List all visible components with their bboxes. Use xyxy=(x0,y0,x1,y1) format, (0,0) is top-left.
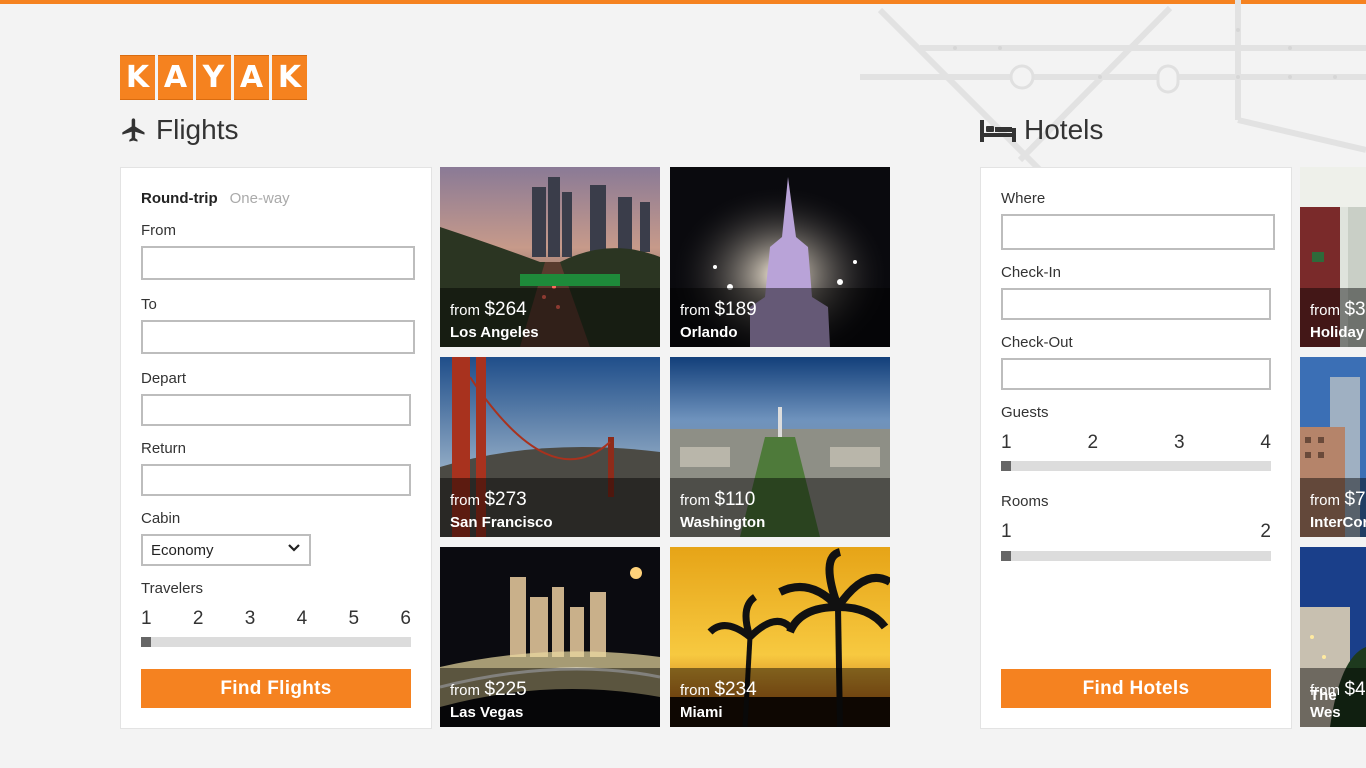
rooms-scale: 1 2 xyxy=(1001,521,1271,543)
tile-price: from $110 xyxy=(680,489,756,510)
to-label: To xyxy=(141,296,157,313)
rooms-slider[interactable] xyxy=(1001,551,1271,561)
travelers-tick: 2 xyxy=(192,608,204,629)
depart-label: Depart xyxy=(141,370,187,387)
travelers-slider[interactable] xyxy=(141,637,411,647)
trip-type-toggle: Round-trip One-way xyxy=(141,190,290,207)
find-hotels-button[interactable]: Find Hotels xyxy=(1001,669,1271,708)
travelers-tick: 6 xyxy=(400,608,411,629)
guests-tick: 3 xyxy=(1173,432,1185,453)
guests-slider[interactable] xyxy=(1001,461,1271,471)
airplane-icon xyxy=(122,118,145,142)
tile-city: Los Angeles xyxy=(450,324,539,341)
where-label: Where xyxy=(1001,190,1046,207)
travelers-tick: 5 xyxy=(348,608,360,629)
tile-price: from $273 xyxy=(450,489,527,510)
checkin-date-input[interactable] xyxy=(1001,288,1271,320)
travelers-tick: 1 xyxy=(141,608,152,629)
tile-price: from $225 xyxy=(450,679,527,700)
logo-letter: Y xyxy=(196,55,231,100)
hotels-heading: Hotels xyxy=(980,114,1103,146)
rooms-label: Rooms xyxy=(1001,493,1049,510)
one-way-option[interactable]: One-way xyxy=(230,190,290,207)
logo-letter: A xyxy=(158,55,193,100)
guests-tick: 1 xyxy=(1001,432,1012,453)
logo-letter: A xyxy=(234,55,269,100)
guests-tick: 2 xyxy=(1087,432,1099,453)
travelers-label: Travelers xyxy=(141,580,203,597)
tile-price: from $264 xyxy=(450,299,527,320)
checkout-date-input[interactable] xyxy=(1001,358,1271,390)
destination-tile-las-vegas[interactable]: from $225 Las Vegas xyxy=(440,547,660,727)
travelers-scale: 1 2 3 4 5 6 xyxy=(141,608,411,630)
tile-price: from $7 xyxy=(1310,489,1366,510)
metro-map-decoration xyxy=(860,0,1366,170)
depart-date-input[interactable] xyxy=(141,394,411,426)
guests-scale: 1 2 3 4 xyxy=(1001,432,1271,454)
travelers-tick: 3 xyxy=(244,608,256,629)
flights-search-panel: Round-trip One-way From To Depart Return… xyxy=(120,167,432,729)
guests-label: Guests xyxy=(1001,404,1049,421)
checkout-label: Check-Out xyxy=(1001,334,1073,351)
tile-city: San Francisco xyxy=(450,514,553,531)
tile-city: Washington xyxy=(680,514,766,531)
checkin-label: Check-In xyxy=(1001,264,1062,281)
return-date-input[interactable] xyxy=(141,464,411,496)
from-label: From xyxy=(141,222,176,239)
hotel-tile-westin[interactable]: from $4 The Wes xyxy=(1300,547,1366,727)
logo-letter: K xyxy=(272,55,307,100)
logo-letter: K xyxy=(120,55,155,100)
cabin-select[interactable]: Economy xyxy=(141,534,311,566)
destination-tile-los-angeles[interactable]: from $264 Los Angeles xyxy=(440,167,660,347)
round-trip-option[interactable]: Round-trip xyxy=(141,190,218,207)
hotel-tile-holiday[interactable]: from $3 Holiday xyxy=(1300,167,1366,347)
tile-city: Holiday xyxy=(1310,324,1365,341)
tile-city: Las Vegas xyxy=(450,704,524,721)
hotels-title: Hotels xyxy=(1024,114,1104,145)
tile-price: from $189 xyxy=(680,299,757,320)
tile-price: from $3 xyxy=(1310,299,1366,320)
cabin-selected-value: Economy xyxy=(151,541,214,559)
cabin-label: Cabin xyxy=(141,510,181,527)
flights-heading: Flights xyxy=(120,114,238,146)
guests-slider-thumb[interactable] xyxy=(1001,461,1011,471)
hotels-search-panel: Where Check-In Check-Out Guests 1 2 3 4 … xyxy=(980,167,1292,729)
tile-price: from $234 xyxy=(680,679,757,700)
tile-city: The Wes xyxy=(1310,687,1341,721)
destination-tile-san-francisco[interactable]: from $273 San Francisco xyxy=(440,357,660,537)
flights-title: Flights xyxy=(156,114,239,145)
tile-city: InterCor xyxy=(1310,514,1366,531)
kayak-logo: K A Y A K xyxy=(120,55,307,100)
rooms-slider-thumb[interactable] xyxy=(1001,551,1011,561)
hotel-tile-intercontinental[interactable]: from $7 InterCor xyxy=(1300,357,1366,537)
guests-tick: 4 xyxy=(1260,432,1271,453)
destination-tile-washington[interactable]: from $110 Washington xyxy=(670,357,890,537)
bed-icon xyxy=(980,120,1016,142)
return-label: Return xyxy=(141,440,187,457)
travelers-slider-thumb[interactable] xyxy=(141,637,151,647)
to-input[interactable] xyxy=(141,320,415,354)
travelers-tick: 4 xyxy=(296,608,308,629)
from-input[interactable] xyxy=(141,246,415,280)
rooms-tick: 2 xyxy=(1260,521,1271,542)
chevron-down-icon xyxy=(288,544,300,552)
tile-city: Orlando xyxy=(680,324,738,341)
find-flights-button[interactable]: Find Flights xyxy=(141,669,411,708)
tile-city: Miami xyxy=(680,704,723,721)
rooms-tick: 1 xyxy=(1001,521,1012,542)
destination-tile-miami[interactable]: from $234 Miami xyxy=(670,547,890,727)
where-input[interactable] xyxy=(1001,214,1275,250)
destination-tile-orlando[interactable]: from $189 Orlando xyxy=(670,167,890,347)
